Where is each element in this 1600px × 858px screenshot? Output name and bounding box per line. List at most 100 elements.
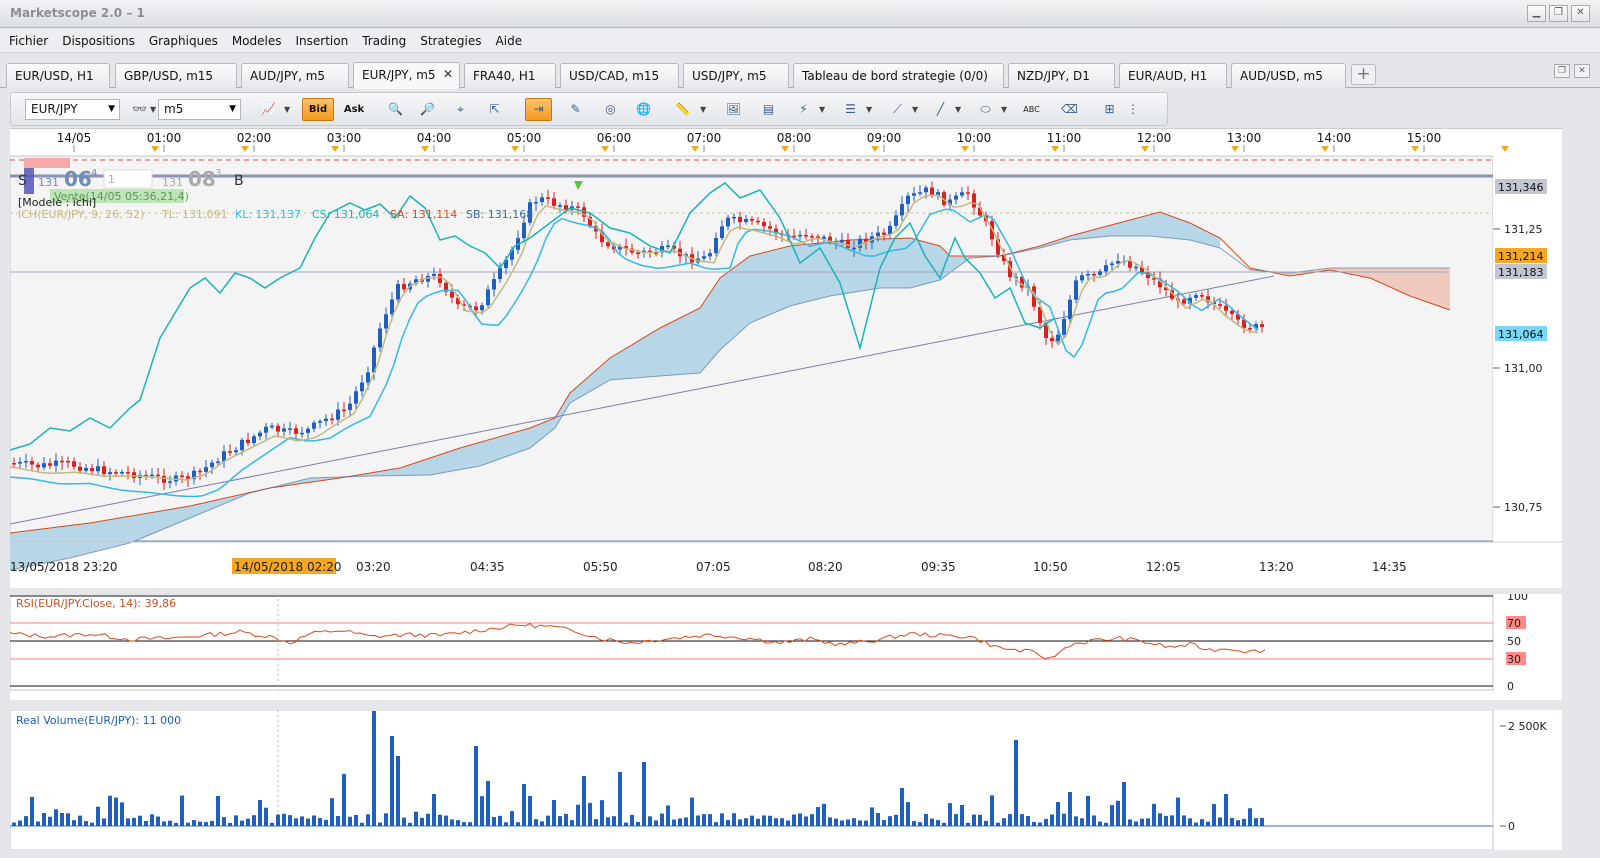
volume-bar [288, 815, 292, 826]
menu-dispositions[interactable]: Dispositions [62, 34, 135, 48]
volume-bar [126, 818, 130, 826]
chevron-down-icon[interactable]: ▼ [1001, 105, 1007, 114]
volume-bar [864, 820, 868, 826]
volume-bar [630, 814, 634, 826]
volume-bar [708, 814, 712, 826]
chevron-down-icon[interactable]: ▼ [700, 105, 706, 114]
volume-bar [336, 815, 340, 826]
volume-bar [1194, 822, 1198, 826]
tab-close-icon[interactable]: ✕ [1574, 64, 1590, 78]
bullish-candle [918, 192, 922, 194]
bottom-time-label: 09:35 [921, 560, 956, 574]
bearish-candle [246, 439, 250, 443]
sell-price-big: 131 [38, 176, 59, 189]
bullish-candle [558, 205, 562, 207]
chevron-down-icon[interactable]: ▼ [819, 105, 825, 114]
org-chart-icon[interactable]: ⊞ [1096, 98, 1123, 121]
tab-usd-jpy-m5[interactable]: USD/JPY, m5 [683, 63, 789, 88]
tab-eur-jpy-m5[interactable]: EUR/JPY, m5 ✕ [353, 62, 460, 89]
menu-insertion[interactable]: Insertion [296, 34, 349, 48]
menu-modeles[interactable]: Modeles [232, 34, 282, 48]
ellipse-icon[interactable]: ⬭ [972, 98, 999, 121]
event-marker-icon [961, 146, 969, 152]
zoom-cursor-icon[interactable]: ⌖ [447, 98, 474, 121]
volume-bar [768, 815, 772, 826]
symbol-select[interactable]: EUR/JPY ▼ [25, 99, 120, 120]
menu-graphiques[interactable]: Graphiques [149, 34, 218, 48]
window-icon[interactable]: ▤ [755, 98, 782, 121]
eraser-icon[interactable]: ⌫ [1056, 98, 1083, 121]
menu-trading[interactable]: Trading [362, 34, 406, 48]
volume-bar [156, 816, 160, 826]
picture-icon[interactable]: 🖼 [720, 98, 747, 121]
zoom-out-icon[interactable]: 🔎 [414, 98, 441, 121]
eye-icon[interactable]: ◎ [597, 98, 624, 121]
glasses-icon[interactable]: 👓 [126, 98, 153, 121]
tab-aud-usd-m5[interactable]: AUD/USD, m5 [1231, 63, 1346, 88]
volume-bar [258, 800, 262, 826]
fibonacci-icon[interactable]: ⚡ [790, 98, 817, 121]
edit-chart-icon[interactable]: ✎ [562, 98, 589, 121]
tab-restore-icon[interactable]: ❐ [1554, 64, 1570, 78]
bullish-candle [288, 428, 292, 430]
restore-icon[interactable]: ❐ [1549, 5, 1568, 22]
scroll-to-end-icon[interactable]: ⇥ [525, 98, 552, 121]
volume-bar [1014, 740, 1018, 826]
fan-lines-icon[interactable]: ⟋ [884, 98, 911, 121]
trend-line-icon[interactable]: ╱ [927, 98, 954, 121]
bid-button[interactable]: Bid [302, 98, 334, 121]
text-tool-icon[interactable]: ABC [1018, 98, 1045, 121]
menu-fichier[interactable]: Fichier [9, 34, 48, 48]
ruler-icon[interactable]: 📏 [669, 98, 696, 121]
chevron-down-icon[interactable]: ▼ [955, 105, 961, 114]
zoom-range-icon[interactable]: ⇱ [481, 98, 508, 121]
bullish-candle [1194, 295, 1198, 298]
volume-bar [1122, 782, 1126, 826]
tab-gbp-usd-m15[interactable]: GBP/USD, m15 [115, 63, 237, 88]
chevron-down-icon[interactable]: ▼ [284, 105, 290, 114]
bullish-candle [432, 273, 436, 277]
bullish-candle [726, 217, 730, 227]
rsi-panel[interactable]: RSI(EUR/JPY.Close, 14): 39,86 100 70 50 30 0 [9, 589, 1562, 700]
close-icon[interactable]: ✕ [1571, 5, 1590, 22]
volume-bar [420, 817, 424, 826]
minimize-icon[interactable]: ▁ [1527, 5, 1546, 22]
tab-eur-usd-h1[interactable]: EUR/USD, H1 [6, 63, 110, 88]
menu-aide[interactable]: Aide [496, 34, 523, 48]
tab-eur-aud-h1[interactable]: EUR/AUD, H1 [1119, 63, 1227, 88]
chevron-down-icon[interactable]: ▼ [912, 105, 918, 114]
volume-bar [102, 818, 106, 826]
tab-usd-cad-m15[interactable]: USD/CAD, m15 [560, 63, 679, 88]
tab-tableau-de-bord[interactable]: Tableau de bord strategie (0/0) [793, 63, 1004, 88]
horizontal-lines-icon[interactable]: ☰ [837, 98, 864, 121]
tab-fra40-h1[interactable]: FRA40, H1 [464, 63, 556, 88]
volume-bar [1020, 814, 1024, 826]
globe-icon[interactable]: 🌐 [630, 98, 657, 121]
volume-bar [1254, 818, 1258, 826]
bullish-candle [318, 421, 322, 423]
close-tab-icon[interactable]: ✕ [443, 67, 453, 81]
volume-bar [858, 820, 862, 826]
volume-chart[interactable]: Real Volume(EUR/JPY): 11 000 2 500K 0 [9, 709, 1562, 851]
chevron-down-icon[interactable]: ▼ [150, 105, 156, 114]
volume-bar [408, 822, 412, 826]
rsi-chart[interactable]: RSI(EUR/JPY.Close, 14): 39,86 100 70 50 30 0 [9, 589, 1562, 700]
volume-panel[interactable]: Real Volume(EUR/JPY): 11 000 2 500K 0 [9, 709, 1562, 851]
chart-type-icon[interactable]: 📈 [255, 98, 282, 121]
volume-bar [774, 818, 778, 826]
timeframe-select[interactable]: m5 ▼ [158, 99, 241, 120]
price-chart[interactable]: 14/05 01:00 02:00 03:00 04:00 05:00 06:00 07:00… [9, 128, 1562, 588]
add-tab-icon[interactable]: + [1351, 64, 1376, 85]
menu-strategies[interactable]: Strategies [420, 34, 481, 48]
zoom-in-icon[interactable]: 🔍 [382, 98, 409, 121]
ask-button[interactable]: Ask [338, 98, 370, 121]
volume-bar [978, 814, 982, 826]
tab-aud-jpy-m5[interactable]: AUD/JPY, m5 [241, 63, 349, 88]
more-tools-icon[interactable]: ⋮ [1126, 98, 1140, 121]
volume-bar [750, 815, 754, 826]
tab-nzd-jpy-d1[interactable]: NZD/JPY, D1 [1008, 63, 1115, 88]
price-chart-panel[interactable]: 14/05 01:00 02:00 03:00 04:00 05:00 06:00 07:00… [9, 128, 1562, 588]
top-time-label: 13:00 [1227, 131, 1262, 145]
volume-bar [498, 815, 502, 826]
chevron-down-icon[interactable]: ▼ [866, 105, 872, 114]
